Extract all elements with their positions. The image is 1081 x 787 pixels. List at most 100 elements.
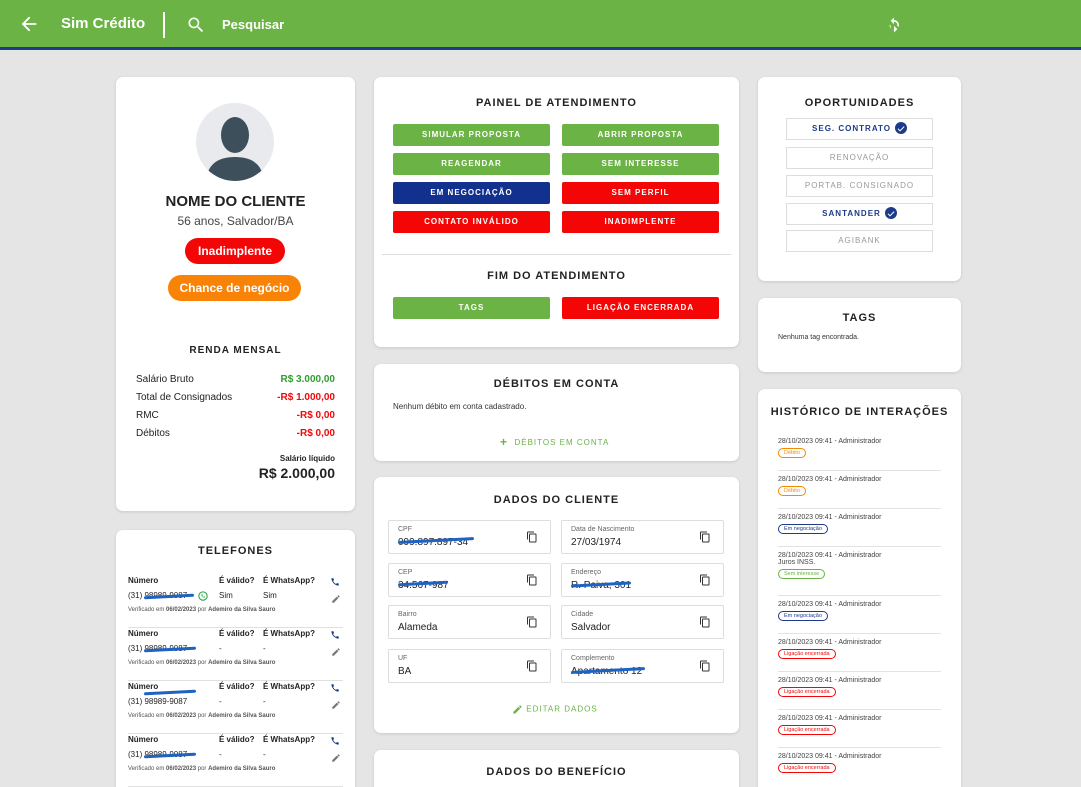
whatsapp-header: É WhatsApp?	[263, 735, 315, 744]
renda-label: RMC	[136, 410, 159, 421]
valido-value: -	[219, 750, 222, 759]
oportunidade-santander[interactable]: SANTANDER	[786, 203, 933, 225]
whatsapp-value: -	[263, 697, 266, 706]
copy-icon[interactable]	[526, 573, 538, 587]
check-circle-icon	[884, 206, 897, 219]
field-label: CEP	[398, 569, 413, 576]
liquido-label: Salário líquido	[279, 454, 335, 463]
abrir-proposta-button[interactable]: ABRIR PROPOSTA	[562, 124, 719, 146]
em-negociacao-button[interactable]: EM NEGOCIAÇÃO	[393, 182, 550, 204]
oportunidade-label: SANTANDER	[822, 209, 881, 218]
editar-dados-button[interactable]: EDITAR DADOS	[512, 704, 598, 715]
dados-cliente-title: DADOS DO CLIENTE	[493, 494, 620, 506]
phone-call-icon[interactable]	[330, 576, 341, 587]
copy-icon[interactable]	[699, 573, 711, 587]
copy-icon[interactable]	[699, 659, 711, 673]
historico-meta: 28/10/2023 09:41 - Administrador	[778, 514, 882, 521]
bairro-field[interactable]: Bairro Alameda	[388, 605, 551, 639]
numero-header: Número	[128, 682, 159, 691]
fim-atendimento-title: FIM DO ATENDIMENTO	[487, 270, 626, 282]
uf-field[interactable]: UF BA	[388, 649, 551, 683]
oportunidade-renovacao[interactable]: RENOVAÇÃO	[786, 147, 933, 169]
phone-call-icon[interactable]	[330, 629, 341, 640]
search-icon[interactable]	[186, 15, 206, 35]
whatsapp-header: É WhatsApp?	[263, 576, 315, 585]
oportunidade-agibank[interactable]: AGIBANK	[786, 230, 933, 252]
copy-icon[interactable]	[526, 615, 538, 629]
renda-label: Débitos	[136, 428, 170, 439]
edit-pencil-icon[interactable]	[331, 700, 341, 710]
simular-proposta-button[interactable]: SIMULAR PROPOSTA	[393, 124, 550, 146]
sem-interesse-button[interactable]: SEM INTERESSE	[562, 153, 719, 175]
cep-field[interactable]: CEP 34.567-987	[388, 563, 551, 597]
debitos-title: DÉBITOS EM CONTA	[493, 378, 620, 390]
historico-card: HISTÓRICO DE INTERAÇÕES 28/10/2023 09:41…	[758, 389, 961, 787]
valido-header: É válido?	[219, 576, 255, 585]
phone-call-icon[interactable]	[330, 682, 341, 693]
oportunidade-portab-consignado[interactable]: PORTAB. CONSIGNADO	[786, 175, 933, 197]
status-badge: Inadimplente	[185, 238, 285, 264]
back-arrow-icon[interactable]	[18, 12, 40, 36]
historico-item: 28/10/2023 09:41 - Administrador Ligação…	[778, 677, 941, 710]
numero-header: Número	[128, 629, 159, 638]
renda-label: Total de Consignados	[136, 392, 233, 403]
copy-icon[interactable]	[526, 659, 538, 673]
phone-call-icon[interactable]	[330, 735, 341, 746]
historico-meta: 28/10/2023 09:41 - Administrador	[778, 753, 882, 760]
field-label: Bairro	[398, 611, 417, 618]
renda-value: -R$ 0,00	[296, 410, 335, 421]
copy-icon[interactable]	[526, 530, 538, 544]
historico-tag: Em negociação	[778, 524, 828, 534]
complemento-field[interactable]: Complemento Apartamento 12	[561, 649, 724, 683]
data-nascimento-field[interactable]: Data de Nascimento 27/03/1974	[561, 520, 724, 554]
debitos-empty-text: Nenhum débito em conta cadastrado.	[393, 402, 527, 411]
dados-cliente-card: DADOS DO CLIENTE CPF 099.897.897-34 Data…	[374, 477, 739, 733]
copy-icon[interactable]	[699, 530, 711, 544]
renda-value: -R$ 0,00	[296, 428, 335, 439]
tags-button[interactable]: TAGS	[393, 297, 550, 319]
renda-title: RENDA MENSAL	[189, 345, 282, 356]
historico-item: 28/10/2023 09:41 - Administrador Em nego…	[778, 601, 941, 634]
cidade-field[interactable]: Cidade Salvador	[561, 605, 724, 639]
phone-entry: Número É válido? É WhatsApp? (31) 98989-…	[128, 576, 343, 628]
valido-header: É válido?	[219, 735, 255, 744]
historico-tag: Ligação encerrada	[778, 649, 836, 659]
historico-tag: Ligação encerrada	[778, 687, 836, 697]
cpf-field[interactable]: CPF 099.897.897-34	[388, 520, 551, 554]
phone-entry: Número É válido? É WhatsApp? (31) 98989-…	[128, 629, 343, 681]
add-debito-button[interactable]: + DÉBITOS EM CONTA	[500, 434, 609, 449]
phone-entry: Número É válido? É WhatsApp? (31) 98989-…	[128, 735, 343, 787]
historico-item: 28/10/2023 09:41 - Administrador Em nego…	[778, 514, 941, 547]
copy-icon[interactable]	[699, 615, 711, 629]
telefones-title: TELEFONES	[197, 545, 273, 557]
edit-pencil-icon[interactable]	[331, 647, 341, 657]
historico-note: Juros INSS.	[778, 559, 816, 566]
liquido-value: R$ 2.000,00	[258, 465, 335, 481]
inadimplente-button[interactable]: INADIMPLENTE	[562, 211, 719, 233]
verified-text: Verificado em 06/02/2023 por Ademiro da …	[128, 766, 276, 772]
verified-text: Verificado em 06/02/2023 por Ademiro da …	[128, 660, 276, 666]
painel-title: PAINEL DE ATENDIMENTO	[476, 97, 637, 109]
refresh-icon[interactable]	[884, 15, 904, 35]
edit-pencil-icon[interactable]	[331, 594, 341, 604]
valido-header: É válido?	[219, 682, 255, 691]
verified-text: Verificado em 06/02/2023 por Ademiro da …	[128, 607, 276, 613]
field-value: Alameda	[398, 622, 438, 633]
field-label: Endereço	[571, 569, 601, 576]
field-label: Cidade	[571, 611, 594, 618]
edit-pencil-icon	[513, 705, 522, 714]
oportunidades-title: OPORTUNIDADES	[804, 97, 915, 109]
search-input[interactable]: Pesquisar	[222, 17, 284, 32]
ligacao-encerrada-button[interactable]: LIGAÇÃO ENCERRADA	[562, 297, 719, 319]
sem-perfil-button[interactable]: SEM PERFIL	[562, 182, 719, 204]
endereco-field[interactable]: Endereço R. Paiva, 301	[561, 563, 724, 597]
verified-text: Verificado em 06/02/2023 por Ademiro da …	[128, 713, 276, 719]
oportunidade-seg-contrato[interactable]: SEG. CONTRATO	[786, 118, 933, 140]
contato-invalido-button[interactable]: CONTATO INVÁLIDO	[393, 211, 550, 233]
historico-tag: Sem interesse	[778, 569, 826, 579]
historico-meta: 28/10/2023 09:41 - Administrador	[778, 476, 882, 483]
reagendar-button[interactable]: REAGENDAR	[393, 153, 550, 175]
top-app-bar: Sim Crédito Pesquisar	[0, 0, 1081, 50]
edit-pencil-icon[interactable]	[331, 753, 341, 763]
historico-item: 28/10/2023 09:41 - Administrador Ligação…	[778, 753, 941, 786]
